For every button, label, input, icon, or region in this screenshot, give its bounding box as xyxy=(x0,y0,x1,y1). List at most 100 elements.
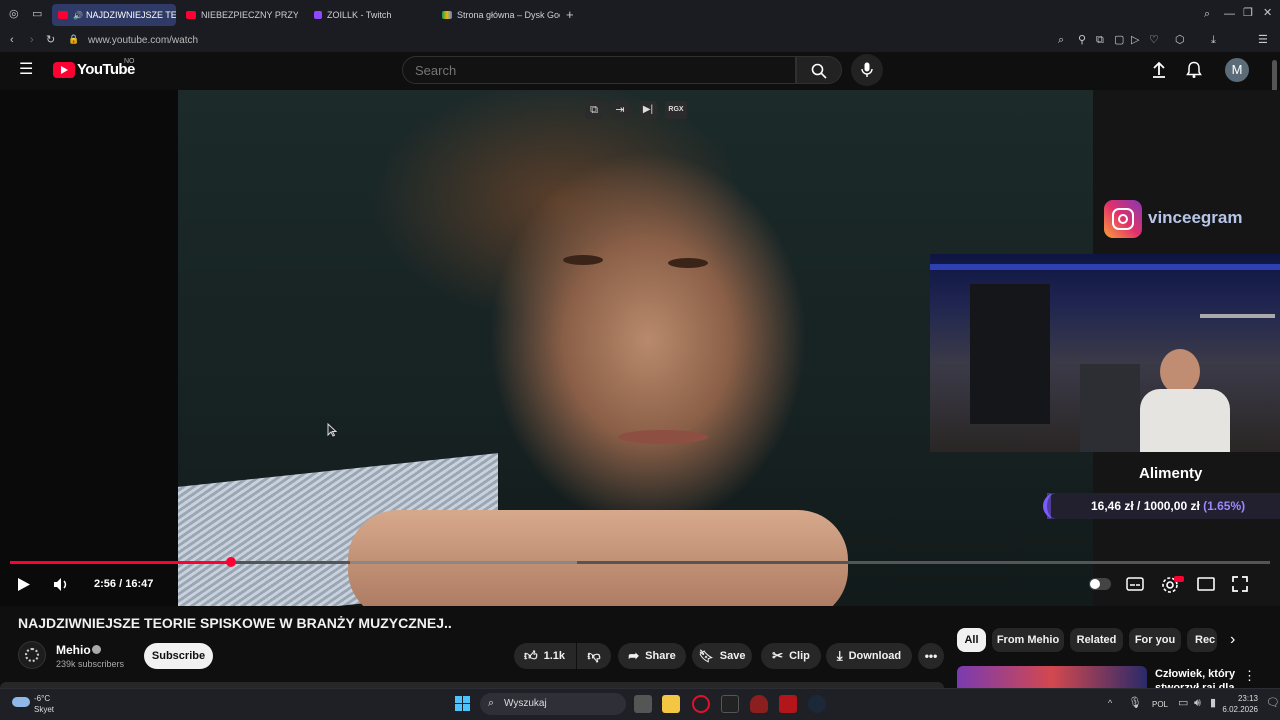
video-menu-icon[interactable]: ⋮ xyxy=(1243,669,1256,682)
instagram-handle: vinceegram xyxy=(1148,208,1243,227)
chip-recent[interactable]: Rec xyxy=(1187,628,1217,652)
app-taskbar-icon-2[interactable] xyxy=(750,695,768,713)
chip-related[interactable]: Related xyxy=(1070,628,1123,652)
rgx-button[interactable]: RGX xyxy=(665,101,687,119)
goal-target: 1000,00 zł xyxy=(1143,499,1200,513)
goal-title: Alimenty xyxy=(1139,465,1203,482)
share-arrow-icon: ➦ xyxy=(628,648,640,663)
more-actions-button[interactable]: ••• xyxy=(918,643,944,669)
app-taskbar-icon-1[interactable] xyxy=(721,695,739,713)
recommended-title[interactable]: Człowiek, który stworzył raj dla xyxy=(1155,667,1235,688)
windows-search-box[interactable]: ⌕ Wyszukaj xyxy=(480,693,626,715)
download-manager-icon[interactable]: ⤓ xyxy=(1211,35,1216,46)
pin-icon[interactable]: ⚲ xyxy=(1078,35,1086,46)
recommended-thumbnail[interactable] xyxy=(957,666,1147,688)
url-field[interactable]: www.youtube.com/watch xyxy=(88,35,198,46)
tab-twitch[interactable]: ZOILLK - Twitch xyxy=(308,4,432,26)
back-icon[interactable]: ‹ xyxy=(10,35,14,46)
close-icon[interactable]: ✕ xyxy=(1263,8,1272,19)
weather-widget[interactable]: -6°C Skyet xyxy=(34,693,54,715)
autoplay-toggle[interactable] xyxy=(1089,578,1111,590)
account-avatar[interactable]: M xyxy=(1225,58,1249,82)
opera-logo-icon[interactable]: ◎ xyxy=(9,9,19,20)
search-tabs-icon[interactable]: ⌕ xyxy=(1204,9,1210,20)
zoom-icon[interactable]: ⌕ xyxy=(1058,35,1064,46)
lock-icon: 🔒 xyxy=(68,34,80,44)
chip-all[interactable]: All xyxy=(957,628,986,652)
verified-icon xyxy=(92,645,101,654)
share-button[interactable]: ➦ Share xyxy=(618,643,686,669)
network-icon[interactable]: ▭ xyxy=(1178,698,1188,709)
voice-search-button[interactable] xyxy=(851,54,883,86)
progress-bar[interactable] xyxy=(10,561,1270,564)
chip-from-channel[interactable]: From Mehio xyxy=(992,628,1064,652)
skip-icon[interactable]: ▶| xyxy=(639,101,657,119)
search-icon xyxy=(811,63,827,79)
time-current: 2:56 xyxy=(94,578,117,590)
play-icon[interactable] xyxy=(17,577,31,592)
dislike-button[interactable]: 👎︎ xyxy=(577,643,611,669)
search-input[interactable] xyxy=(402,56,796,84)
save-button[interactable]: 🔖︎ Save xyxy=(692,643,752,669)
pip-icon[interactable]: ⧉ xyxy=(585,101,603,119)
search-button[interactable] xyxy=(796,56,842,84)
progress-scrubber[interactable] xyxy=(225,557,236,567)
tab-google-drive[interactable]: Strona główna – Dysk Goo xyxy=(436,4,560,26)
google-drive-icon xyxy=(442,11,452,19)
tab-menu-icon[interactable]: ▭ xyxy=(32,9,42,20)
clip-button[interactable]: ✂ Clip xyxy=(761,643,821,669)
tab-youtube-active[interactable]: 🔊 NAJDZIWNIEJSZE TEO xyxy=(52,4,176,26)
tray-chevron-icon[interactable]: ^ xyxy=(1108,699,1112,708)
download-button[interactable]: ⤓ Download xyxy=(826,643,912,669)
goal-current: 16,46 zł xyxy=(1091,499,1134,513)
opera-taskbar-icon[interactable] xyxy=(692,695,710,713)
weather-cloud-icon[interactable] xyxy=(12,697,30,707)
enter-icon[interactable]: ⇥ xyxy=(611,101,629,119)
send-icon[interactable]: ▷ xyxy=(1131,35,1139,46)
chevron-right-icon[interactable]: › xyxy=(1230,632,1235,648)
clock[interactable]: 23:13 6.02.2026 xyxy=(1216,693,1258,715)
cube-icon[interactable]: ▢ xyxy=(1114,35,1124,46)
download-label: Download xyxy=(848,650,902,662)
clip-label: Clip xyxy=(789,650,810,662)
app-taskbar-icon-3[interactable] xyxy=(779,695,797,713)
snapshot-icon[interactable]: ⧉ xyxy=(1096,35,1104,46)
like-button[interactable]: 👍︎ 1.1k xyxy=(514,643,576,669)
heart-icon[interactable]: ♡ xyxy=(1149,35,1159,46)
progress-buffered xyxy=(350,561,577,564)
language-indicator[interactable]: POL xyxy=(1152,700,1168,709)
theater-mode-icon[interactable] xyxy=(1197,577,1215,591)
search-icon: ⌕ xyxy=(488,697,495,709)
fullscreen-icon[interactable] xyxy=(1232,576,1248,592)
minimize-icon[interactable]: — xyxy=(1224,9,1235,20)
forward-icon[interactable]: › xyxy=(30,35,34,46)
extensions-icon[interactable]: ⬡ xyxy=(1175,35,1185,46)
channel-avatar[interactable] xyxy=(18,641,46,669)
tab-youtube-2[interactable]: NIEBEZPIECZNY PRZYPAD xyxy=(180,4,298,26)
speaker-tray-icon[interactable]: 🔊︎ xyxy=(1194,698,1201,709)
scissors-icon: ✂ xyxy=(772,648,784,663)
upload-icon[interactable] xyxy=(1150,61,1168,79)
subtitles-icon[interactable] xyxy=(1126,577,1144,591)
menu-icon[interactable]: ☰ xyxy=(19,62,33,78)
notifications-bell-icon[interactable] xyxy=(1185,61,1203,79)
windows-start-icon[interactable] xyxy=(455,696,471,712)
maximize-icon[interactable]: ❐ xyxy=(1243,8,1253,19)
recommended-title-line1: Człowiek, który xyxy=(1155,668,1236,680)
tab-label: ZOILLK - Twitch xyxy=(327,10,392,20)
tray-microphone-icon[interactable]: 🎙︎ xyxy=(1128,698,1142,709)
task-view-icon[interactable] xyxy=(634,695,652,713)
new-tab-icon[interactable]: + xyxy=(566,8,574,21)
subscribe-button[interactable]: Subscribe xyxy=(144,643,213,669)
thumbs-down-icon: 👎︎ xyxy=(587,648,601,663)
chip-for-you[interactable]: For you xyxy=(1129,628,1181,652)
video-content-eye-right xyxy=(668,258,708,268)
volume-icon[interactable] xyxy=(53,577,69,592)
easy-setup-icon[interactable]: ☰ xyxy=(1258,35,1268,46)
steam-icon[interactable] xyxy=(808,695,826,713)
file-explorer-icon[interactable] xyxy=(662,695,680,713)
notifications-icon[interactable]: 🗨︎ xyxy=(1266,698,1280,709)
channel-name[interactable]: Mehio xyxy=(56,643,91,657)
youtube-logo-icon[interactable] xyxy=(53,62,75,78)
reload-icon[interactable]: ↻ xyxy=(46,35,55,46)
